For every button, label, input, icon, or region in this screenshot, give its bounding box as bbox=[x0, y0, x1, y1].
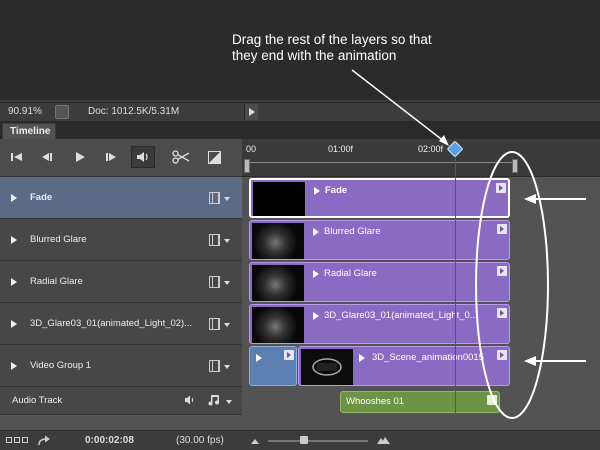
track-row-video-group[interactable]: Video Group 1 bbox=[0, 345, 242, 387]
clip-name: Fade bbox=[325, 185, 348, 196]
filmstrip-icon[interactable] bbox=[209, 191, 220, 204]
expand-triangle-icon[interactable] bbox=[11, 319, 17, 328]
track-row-3d-glare[interactable]: 3D_Glare03_01(animated_Light_02)... bbox=[0, 303, 242, 345]
clip-name: Blurred Glare bbox=[324, 226, 381, 237]
timeline-panel: 00 01:00f 02:00f Fade Blurred Glare Radi… bbox=[0, 139, 600, 430]
play-icon[interactable] bbox=[71, 149, 89, 165]
clip-expand-icon[interactable] bbox=[313, 312, 319, 320]
music-note-icon[interactable] bbox=[208, 394, 220, 409]
dropdown-arrow-icon[interactable] bbox=[224, 196, 230, 201]
scissors-icon[interactable] bbox=[172, 149, 190, 165]
clip-thumbnail bbox=[252, 223, 304, 259]
clip-fade[interactable]: Fade bbox=[249, 178, 510, 218]
track-name: Audio Track bbox=[12, 394, 63, 406]
doc-info-arrow-icon[interactable] bbox=[244, 104, 258, 120]
expand-triangle-icon[interactable] bbox=[11, 235, 17, 244]
timeline-status-bar: 0:00:02:08 (30.00 fps) bbox=[0, 430, 600, 450]
clip-expand-icon[interactable] bbox=[256, 354, 262, 362]
expand-triangle-icon[interactable] bbox=[11, 193, 17, 202]
expand-triangle-icon[interactable] bbox=[11, 361, 17, 370]
work-area-start-handle[interactable] bbox=[244, 159, 250, 173]
previous-frame-icon[interactable] bbox=[38, 149, 56, 165]
ruler-label: 00 bbox=[246, 144, 257, 154]
clip-options-icon[interactable] bbox=[497, 350, 507, 360]
tab-timeline[interactable]: Timeline bbox=[2, 123, 56, 139]
timeline-zoom-slider[interactable] bbox=[268, 440, 368, 442]
audio-speaker-icon[interactable] bbox=[131, 146, 155, 168]
filmstrip-icon[interactable] bbox=[209, 317, 220, 330]
clip-options-icon[interactable] bbox=[497, 224, 507, 234]
zoom-slider-knob[interactable] bbox=[300, 436, 308, 444]
clip-thumbnail bbox=[252, 307, 304, 343]
clip-expand-icon[interactable] bbox=[359, 354, 365, 362]
time-ruler[interactable]: 00 01:00f 02:00f bbox=[242, 139, 600, 177]
ruler-label: 01:00f bbox=[328, 144, 354, 154]
clip-expand-icon[interactable] bbox=[314, 187, 320, 195]
dropdown-arrow-icon[interactable] bbox=[226, 399, 232, 404]
clip-name: Whooshes 01 bbox=[346, 396, 405, 407]
clip-options-icon[interactable] bbox=[487, 395, 497, 405]
track-row-fade[interactable]: Fade bbox=[0, 177, 242, 219]
zoom-in-icon[interactable] bbox=[375, 435, 391, 448]
transition-icon[interactable] bbox=[205, 149, 223, 165]
track-name: Blurred Glare bbox=[30, 233, 87, 245]
annotation-line-2: they end with the animation bbox=[232, 48, 397, 63]
dropdown-arrow-icon[interactable] bbox=[224, 238, 230, 243]
clip-3d-scene[interactable]: 3D_Scene_animation0015 bbox=[298, 346, 510, 386]
clip-name: 3D_Scene_animation0015 bbox=[372, 352, 484, 363]
document-status-bar: 90.91% Doc: 1012.5K/5.31M bbox=[0, 102, 600, 120]
doc-size-info: Doc: 1012.5K/5.31M bbox=[88, 106, 180, 117]
clip-thumbnail bbox=[252, 265, 304, 301]
track-name: Radial Glare bbox=[30, 275, 83, 287]
clip-3d-glare[interactable]: 3D_Glare03_01(animated_Light_0... bbox=[249, 304, 510, 344]
clip-name: Radial Glare bbox=[324, 268, 377, 279]
dropdown-arrow-icon[interactable] bbox=[224, 364, 230, 369]
dropdown-arrow-icon[interactable] bbox=[224, 280, 230, 285]
track-name: Fade bbox=[30, 191, 53, 203]
track-row-blurred-glare[interactable]: Blurred Glare bbox=[0, 219, 242, 261]
zoom-menu-icon[interactable] bbox=[55, 105, 69, 119]
canvas-area: Drag the rest of the layers so that they… bbox=[0, 0, 600, 100]
filmstrip-icon[interactable] bbox=[209, 275, 220, 288]
panel-tab-bar: Timeline bbox=[0, 121, 600, 139]
track-name: Video Group 1 bbox=[30, 359, 92, 371]
clip-blurred-glare[interactable]: Blurred Glare bbox=[249, 220, 510, 260]
zoom-level[interactable]: 90.91% bbox=[8, 106, 42, 117]
filmstrip-icon[interactable] bbox=[209, 233, 220, 246]
playback-controls bbox=[0, 139, 242, 177]
current-time: 0:00:02:08 bbox=[85, 435, 134, 446]
annotation-line-1: Drag the rest of the layers so that bbox=[232, 32, 432, 47]
track-row-radial-glare[interactable]: Radial Glare bbox=[0, 261, 242, 303]
clip-options-icon[interactable] bbox=[497, 308, 507, 318]
work-area-bar[interactable] bbox=[246, 162, 514, 174]
frame-rate: (30.00 fps) bbox=[176, 435, 224, 446]
clip-options-icon[interactable] bbox=[284, 350, 294, 360]
frame-view-icon[interactable] bbox=[6, 436, 28, 447]
expand-triangle-icon[interactable] bbox=[11, 277, 17, 286]
clip-options-icon[interactable] bbox=[496, 183, 506, 193]
clip-options-icon[interactable] bbox=[497, 266, 507, 276]
clip-thumbnail bbox=[253, 182, 305, 216]
clip-group-start[interactable] bbox=[249, 346, 297, 386]
clip-expand-icon[interactable] bbox=[313, 228, 319, 236]
clip-whooshes[interactable]: Whooshes 01 bbox=[340, 391, 500, 413]
speaker-icon[interactable] bbox=[184, 395, 196, 408]
ruler-label: 02:00f bbox=[418, 144, 444, 154]
go-to-first-frame-icon[interactable] bbox=[8, 149, 26, 165]
work-area-end-handle[interactable] bbox=[512, 159, 518, 173]
playhead-line bbox=[455, 145, 456, 415]
track-name: 3D_Glare03_01(animated_Light_02)... bbox=[30, 317, 193, 329]
zoom-out-icon[interactable] bbox=[250, 437, 260, 448]
tutorial-annotation: Drag the rest of the layers so that they… bbox=[232, 32, 532, 64]
convert-arrow-icon[interactable] bbox=[37, 435, 51, 450]
clip-expand-icon[interactable] bbox=[313, 270, 319, 278]
track-row-audio[interactable]: Audio Track bbox=[0, 387, 242, 415]
clip-thumbnail bbox=[301, 349, 353, 385]
clip-radial-glare[interactable]: Radial Glare bbox=[249, 262, 510, 302]
filmstrip-icon[interactable] bbox=[209, 359, 220, 372]
next-frame-icon[interactable] bbox=[102, 149, 120, 165]
dropdown-arrow-icon[interactable] bbox=[224, 322, 230, 327]
